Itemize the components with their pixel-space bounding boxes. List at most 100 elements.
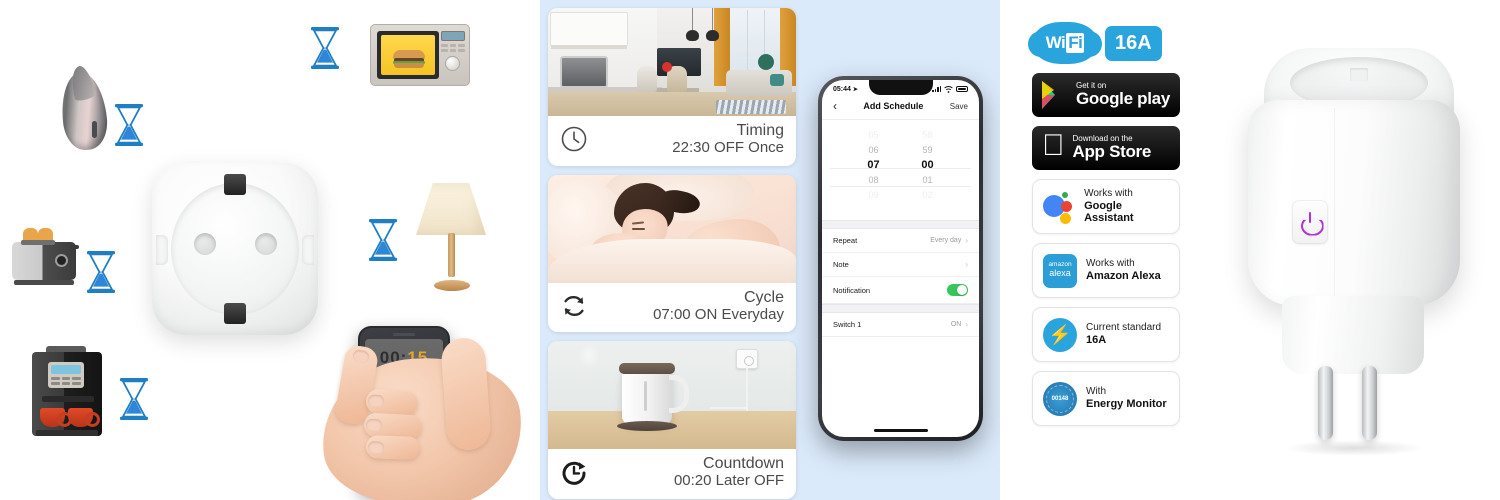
wifi-cloud-icon: Wi Fi <box>1028 22 1102 64</box>
socket-hole-right <box>255 233 277 255</box>
power-icon <box>1301 211 1320 232</box>
amazon-alexa-badge: amazon alexa Works with Amazon Alexa <box>1032 243 1180 298</box>
hourglass-icon <box>366 218 400 262</box>
coffee-machine-icon <box>32 346 102 436</box>
compat-big-label: 16A <box>1086 333 1107 346</box>
compat-small-label: Current standard <box>1086 322 1162 334</box>
feature-card-cycle[interactable]: Cycle 07:00 ON Everyday <box>548 174 796 333</box>
product-banner: 00:15 Cancel <box>0 0 1500 500</box>
compat-big-label: Google Assistant <box>1084 199 1134 225</box>
app-store-badge[interactable]:  Download on the App Store <box>1032 126 1180 170</box>
minute-wheel[interactable]: 58 59 00 01 02 <box>914 128 942 203</box>
hour-wheel[interactable]: 05 06 07 08 09 <box>860 128 888 203</box>
plug-pin-right <box>1362 366 1377 440</box>
chevron-right-icon: › <box>965 320 968 329</box>
google-assistant-badge: Works with Google Assistant <box>1032 179 1180 234</box>
hand-holding-phone: 00:15 Cancel <box>313 324 531 500</box>
energy-monitor-badge: 00148 With Energy Monitor <box>1032 371 1180 426</box>
save-button[interactable]: Save <box>950 102 968 111</box>
toaster-icon <box>12 228 79 285</box>
google-play-badge[interactable]: Get it on Google play <box>1032 73 1180 117</box>
socket-hole-left <box>194 233 216 255</box>
row-label: Switch 1 <box>833 320 862 329</box>
alexa-tile-bottom: alexa <box>1049 268 1071 279</box>
features-panel: Timing 22:30 OFF Once Cycle 07:00 ON Eve… <box>540 0 1000 500</box>
lamp-icon <box>408 183 494 291</box>
lightning-bolt-icon: ⚡ <box>1043 317 1077 352</box>
signal-bars-icon <box>932 86 941 92</box>
power-button[interactable] <box>1292 200 1328 244</box>
finger-ring <box>365 435 421 460</box>
row-note[interactable]: Note › <box>822 253 979 277</box>
hourglass-icon <box>308 26 342 70</box>
wifi-label-fi: Fi <box>1066 33 1085 53</box>
home-indicator <box>873 429 928 432</box>
hourglass-icon <box>117 377 151 421</box>
finger-back <box>440 336 492 452</box>
location-arrow-icon: ➤ <box>852 86 858 93</box>
feature-card-timing[interactable]: Timing 22:30 OFF Once <box>548 8 796 166</box>
selected-hour: 07 <box>867 159 880 171</box>
microwave-icon <box>370 24 470 86</box>
wall-socket <box>736 349 758 370</box>
row-repeat[interactable]: Repeat Every day › <box>822 229 979 253</box>
smart-plug-product <box>1236 48 1464 458</box>
row-value: ON <box>950 321 962 328</box>
eu-socket-product <box>152 163 318 335</box>
kettle <box>617 363 689 432</box>
chevron-right-icon: › <box>965 236 968 245</box>
appliance-scene-panel: 00:15 Cancel <box>0 0 540 500</box>
battery-icon <box>956 86 968 92</box>
hourglass-glyph <box>311 27 339 69</box>
google-assistant-icon <box>1043 190 1075 224</box>
compat-big-label: Amazon Alexa <box>1086 269 1161 282</box>
energy-monitor-icon: 00148 <box>1043 381 1077 416</box>
notification-toggle[interactable] <box>947 284 968 296</box>
chevron-right-icon: › <box>965 260 968 269</box>
earth-clip-bottom <box>224 303 246 324</box>
feature-card-list: Timing 22:30 OFF Once Cycle 07:00 ON Eve… <box>548 8 796 500</box>
plug-pin-left <box>1318 366 1333 440</box>
screen-title: Add Schedule <box>863 101 924 111</box>
clock-glyph <box>561 127 587 152</box>
row-label: Note <box>833 260 849 269</box>
row-switch-1[interactable]: Switch 1 ON › <box>822 313 979 337</box>
refresh-cycle-icon <box>560 292 588 320</box>
electric-kettle-photo <box>548 341 796 450</box>
meter-reading: 00148 <box>1051 395 1069 402</box>
row-label: Repeat <box>833 236 858 245</box>
iron-icon <box>58 63 110 153</box>
phone-mockup: 05:44 ➤ ‹ Add Schedule Save 05 06 07 08 … <box>818 76 983 441</box>
feature-title: Timing <box>736 122 784 139</box>
row-notification[interactable]: Notification <box>822 277 979 304</box>
store-big-label: Google play <box>1076 89 1170 109</box>
row-label: Notification <box>833 285 871 295</box>
wifi-amp-row: Wi Fi 16A <box>1000 0 1200 64</box>
compat-big-label: Energy Monitor <box>1086 397 1167 410</box>
hourglass-glyph <box>115 104 143 146</box>
plug-body <box>1248 100 1460 306</box>
sleeping-woman-photo <box>548 174 796 283</box>
section-divider <box>822 220 979 229</box>
wifi-icon <box>944 85 953 93</box>
feature-title: Cycle <box>743 288 784 306</box>
hero-product-panel <box>1200 0 1500 500</box>
wifi-label-wi: Wi <box>1045 33 1066 52</box>
time-picker[interactable]: 05 06 07 08 09 58 59 00 01 02 <box>822 124 979 220</box>
cycle-glyph <box>564 296 584 317</box>
plug-collar <box>1282 296 1424 374</box>
countdown-clock-icon <box>560 459 588 487</box>
compat-small-label: Works with <box>1086 258 1135 270</box>
chevron-left-icon[interactable]: ‹ <box>833 100 837 112</box>
nav-bar: ‹ Add Schedule Save <box>822 95 979 120</box>
earth-clip-top <box>224 174 246 195</box>
amperage-badge: 16A <box>1105 25 1162 61</box>
current-standard-badge: ⚡ Current standard 16A <box>1032 307 1180 362</box>
feature-card-countdown[interactable]: Countdown 00:20 Later OFF <box>548 341 796 500</box>
store-big-label: App Store <box>1050 142 1152 162</box>
feature-subtitle: 22:30 OFF Once <box>672 138 784 156</box>
amazon-alexa-icon: amazon alexa <box>1043 253 1077 288</box>
hourglass-glyph <box>369 219 397 261</box>
feature-subtitle: 07:00 ON Everyday <box>653 305 784 323</box>
feature-subtitle: 00:20 Later OFF <box>673 472 784 490</box>
